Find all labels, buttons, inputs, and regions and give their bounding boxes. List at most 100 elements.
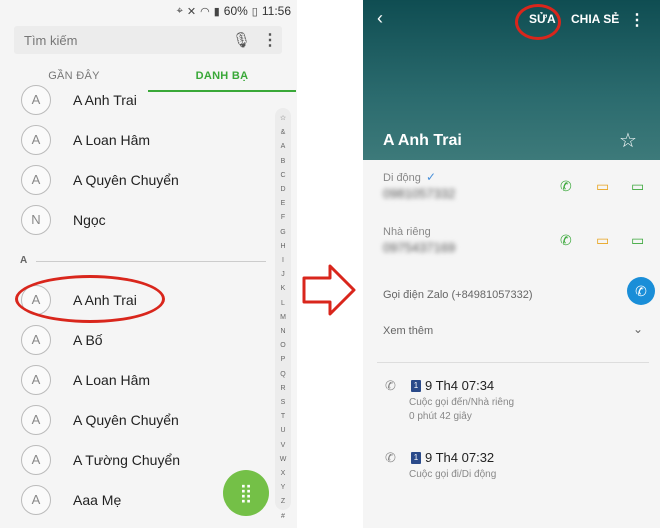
search-placeholder: Tìm kiếm bbox=[24, 32, 78, 48]
log-desc: Cuộc gọi đến/Nhà riêng bbox=[409, 397, 515, 408]
home-number[interactable]: 0975437169 bbox=[383, 240, 455, 255]
verified-check-icon: ✓ bbox=[426, 170, 437, 184]
index-letter[interactable]: S bbox=[281, 396, 286, 410]
index-letter[interactable]: R bbox=[280, 382, 285, 396]
mobile-label: Di động bbox=[383, 172, 421, 184]
index-letter[interactable]: J bbox=[281, 268, 285, 282]
zalo-call-label[interactable]: Gọi điện Zalo (+84981057332) bbox=[383, 289, 533, 301]
signal-icon: ▮ bbox=[213, 5, 220, 18]
chevron-down-icon[interactable]: ⌄ bbox=[633, 322, 643, 336]
contacts-screen: ⌖ ✕ ◠ ▮ 60% ▯ 11:56 Tìm kiếm 🎙 ⋮ GẦN ĐÂY… bbox=[0, 0, 297, 528]
index-letter[interactable]: W bbox=[280, 453, 287, 467]
avatar: A bbox=[21, 325, 51, 355]
sim-badge: 1 bbox=[411, 380, 421, 392]
avatar: A bbox=[21, 405, 51, 435]
index-letter[interactable]: Q bbox=[280, 368, 285, 382]
sim-badge: 1 bbox=[411, 452, 421, 464]
avatar: N bbox=[21, 205, 51, 235]
list-item[interactable]: A A Loan Hâm bbox=[0, 360, 270, 400]
avatar: A bbox=[21, 485, 51, 515]
index-letter[interactable]: O bbox=[280, 339, 285, 353]
index-letter[interactable]: I bbox=[282, 254, 284, 268]
dialpad-button[interactable]: ⣿ bbox=[223, 470, 269, 516]
contact-header: ‹ SỬA CHIA SẺ ⋮ A Anh Trai ☆ bbox=[363, 0, 660, 160]
video-icon[interactable]: ▭ bbox=[631, 232, 644, 249]
log-duration: 0 phút 42 giây bbox=[409, 411, 472, 422]
index-letter[interactable]: # bbox=[281, 510, 285, 524]
battery-level: 60% bbox=[223, 4, 248, 18]
video-icon[interactable]: ▭ bbox=[631, 178, 644, 195]
location-icon: ⌖ bbox=[176, 4, 183, 17]
index-letter[interactable]: E bbox=[281, 197, 286, 211]
annotation-circle bbox=[515, 4, 561, 40]
alphabet-index[interactable]: ☆ & A B C D E F G H I J K L M N O P Q R S T U V W X Y Z # bbox=[275, 108, 291, 520]
contact-name: A Bố bbox=[73, 332, 103, 348]
index-letter[interactable]: ☆ bbox=[280, 112, 286, 126]
list-item[interactable]: A A Quyên Chuyển bbox=[0, 400, 270, 440]
more-vert-icon[interactable]: ⋮ bbox=[629, 10, 645, 30]
avatar: A bbox=[21, 165, 51, 195]
message-icon[interactable]: ▭ bbox=[596, 232, 609, 249]
index-letter[interactable]: N bbox=[280, 325, 285, 339]
log-desc: Cuộc gọi đi/Di động bbox=[409, 469, 497, 480]
call-icon[interactable]: ✆ bbox=[560, 178, 572, 195]
clock: 11:56 bbox=[261, 4, 291, 18]
index-letter[interactable]: V bbox=[281, 439, 286, 453]
index-letter[interactable]: P bbox=[281, 353, 286, 367]
contact-title: A Anh Trai bbox=[383, 132, 462, 149]
wifi-icon: ◠ bbox=[200, 5, 210, 18]
mic-icon[interactable]: 🎙 bbox=[232, 31, 251, 49]
list-item[interactable]: N Ngọc bbox=[0, 200, 270, 240]
contact-name: A Anh Trai bbox=[73, 92, 137, 108]
back-arrow-icon[interactable]: ‹ bbox=[377, 8, 383, 29]
mute-icon: ✕ bbox=[186, 5, 197, 18]
section-divider bbox=[36, 261, 266, 262]
message-icon[interactable]: ▭ bbox=[596, 178, 609, 195]
index-letter[interactable]: C bbox=[280, 169, 285, 183]
transition-arrow-icon bbox=[302, 264, 356, 316]
star-icon[interactable]: ☆ bbox=[619, 128, 637, 153]
index-letter[interactable]: K bbox=[281, 282, 286, 296]
contact-name: A Quyên Chuyển bbox=[73, 172, 179, 188]
index-letter[interactable]: M bbox=[280, 311, 286, 325]
call-incoming-icon: ✆ bbox=[385, 378, 396, 393]
battery-icon: ▯ bbox=[251, 5, 258, 18]
list-item[interactable]: A A Tường Chuyển bbox=[0, 440, 270, 480]
call-icon[interactable]: ✆ bbox=[560, 232, 572, 249]
index-letter[interactable]: Y bbox=[281, 481, 286, 495]
list-item[interactable]: A A Quyên Chuyển bbox=[0, 160, 270, 200]
index-letter[interactable]: X bbox=[281, 467, 286, 481]
contact-name: A Quyên Chuyển bbox=[73, 412, 179, 428]
share-button[interactable]: CHIA SẺ bbox=[571, 12, 619, 26]
home-label: Nhà riêng bbox=[383, 226, 431, 238]
mobile-number[interactable]: 0981057332 bbox=[383, 186, 455, 201]
list-item[interactable]: A A Loan Hâm bbox=[0, 120, 270, 160]
index-letter[interactable]: L bbox=[281, 297, 285, 311]
avatar: A bbox=[21, 85, 51, 115]
avatar: A bbox=[21, 125, 51, 155]
list-item[interactable]: A A Anh Trai bbox=[0, 80, 270, 120]
search-input[interactable]: Tìm kiếm 🎙 ⋮ bbox=[14, 26, 282, 54]
zalo-phone-icon[interactable]: ✆ bbox=[627, 277, 655, 305]
see-more-label[interactable]: Xem thêm bbox=[383, 325, 433, 337]
index-letter[interactable]: U bbox=[280, 424, 285, 438]
divider bbox=[377, 362, 649, 363]
index-letter[interactable]: Z bbox=[281, 495, 285, 509]
list-item[interactable]: A A Bố bbox=[0, 320, 270, 360]
log-time: 9 Th4 07:32 bbox=[425, 450, 495, 465]
annotation-circle bbox=[15, 275, 165, 323]
avatar: A bbox=[21, 445, 51, 475]
index-letter[interactable]: & bbox=[281, 126, 286, 140]
index-letter[interactable]: H bbox=[280, 240, 285, 254]
index-letter[interactable]: B bbox=[281, 155, 286, 169]
index-letter[interactable]: A bbox=[281, 140, 286, 154]
contact-name: Aaa Mẹ bbox=[73, 492, 122, 508]
log-time: 9 Th4 07:34 bbox=[425, 378, 495, 393]
dialpad-icon: ⣿ bbox=[239, 483, 253, 503]
index-letter[interactable]: D bbox=[280, 183, 285, 197]
index-letter[interactable]: T bbox=[281, 410, 285, 424]
call-outgoing-icon: ✆ bbox=[385, 450, 396, 465]
more-vert-icon[interactable]: ⋮ bbox=[262, 30, 278, 50]
index-letter[interactable]: F bbox=[281, 211, 285, 225]
index-letter[interactable]: G bbox=[280, 226, 285, 240]
